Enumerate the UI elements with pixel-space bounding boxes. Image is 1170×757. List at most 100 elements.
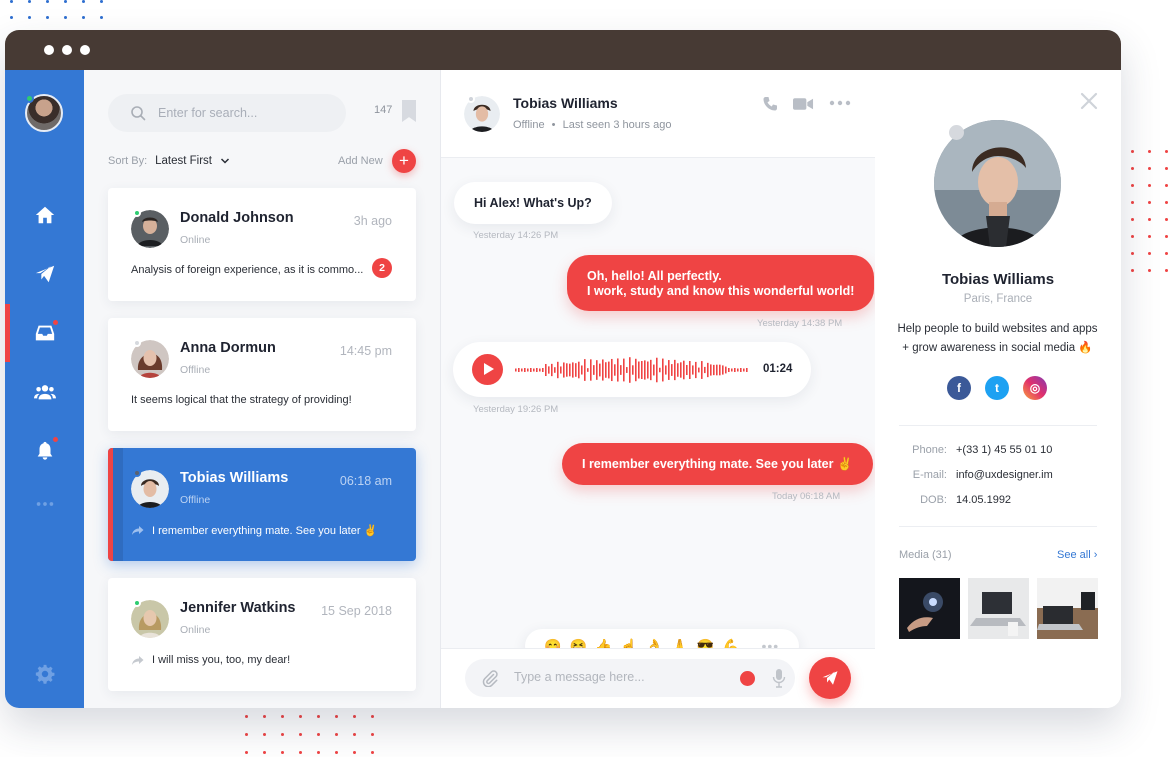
- message-composer: [441, 648, 875, 708]
- waveform-bar: [596, 360, 598, 380]
- decor-dot: [1148, 218, 1151, 221]
- media-thumbnail[interactable]: [1037, 578, 1098, 639]
- media-thumbnail[interactable]: [899, 578, 960, 639]
- decor-dot: [335, 715, 338, 718]
- media-thumbnail[interactable]: [968, 578, 1029, 639]
- facebook-icon[interactable]: f: [947, 376, 971, 400]
- email-value[interactable]: info@uxdesigner.im: [956, 469, 1053, 481]
- waveform-bar: [746, 368, 748, 372]
- instagram-icon[interactable]: ◎: [1023, 376, 1047, 400]
- phone-value[interactable]: +(33 1) 45 55 01 10: [956, 444, 1052, 456]
- play-button[interactable]: [472, 354, 503, 385]
- call-button[interactable]: [762, 96, 778, 112]
- chevron-down-icon[interactable]: [220, 156, 230, 166]
- decor-dot: [353, 751, 356, 754]
- paperclip-icon[interactable]: [481, 669, 499, 687]
- waveform-bar: [719, 364, 721, 376]
- close-icon[interactable]: [1080, 92, 1098, 110]
- decor-dot: [1148, 184, 1151, 187]
- record-button[interactable]: [740, 671, 755, 686]
- sort-control[interactable]: Sort By: Latest First: [108, 155, 230, 167]
- waveform-bar: [569, 363, 571, 377]
- add-new-label[interactable]: Add New: [338, 155, 383, 167]
- waveform-bar: [611, 358, 613, 382]
- status-text: Offline: [513, 119, 545, 131]
- message-input[interactable]: [514, 670, 734, 684]
- waveform-bar: [635, 358, 637, 382]
- twitter-icon[interactable]: t: [985, 376, 1009, 400]
- add-new-button[interactable]: +: [392, 149, 416, 173]
- decor-dot: [317, 715, 320, 718]
- search-input[interactable]: [158, 106, 328, 120]
- see-all-link[interactable]: See all ›: [1057, 549, 1097, 561]
- window-dot[interactable]: [62, 45, 72, 55]
- waveform-bar: [716, 364, 718, 376]
- nav-inbox[interactable]: [5, 313, 84, 353]
- decor-dots-right: [1131, 150, 1168, 272]
- microphone-icon[interactable]: [772, 668, 786, 688]
- contact-status: Offline: [180, 494, 211, 506]
- search-box[interactable]: [108, 94, 346, 132]
- sort-value[interactable]: Latest First: [155, 155, 212, 167]
- nav-home[interactable]: [5, 195, 84, 235]
- more-dots-icon: [36, 502, 53, 506]
- message-preview: I remember everything mate. See you late…: [131, 524, 377, 537]
- voice-message[interactable]: 01:24: [453, 342, 811, 397]
- decor-dot: [371, 733, 374, 736]
- message-text: Hi Alex! What's Up?: [474, 196, 592, 210]
- reply-icon: [132, 526, 144, 535]
- outgoing-message[interactable]: Oh, hello! All perfectly. I work, study …: [567, 255, 875, 311]
- preview-text: Analysis of foreign experience, as it is…: [131, 264, 364, 276]
- profile-location: Paris, France: [963, 293, 1033, 305]
- message-field[interactable]: [465, 659, 795, 697]
- window-dot[interactable]: [44, 45, 54, 55]
- waveform-bar: [695, 361, 697, 379]
- waveform-bar: [590, 359, 592, 381]
- conversation-item-active[interactable]: Tobias Williams 06:18 am Offline I remem…: [108, 448, 416, 561]
- decor-dot: [64, 0, 67, 3]
- bookmark-icon[interactable]: [402, 100, 416, 122]
- conversation-item[interactable]: Anna Dormun 14:45 pm Offline It seems lo…: [108, 318, 416, 431]
- offline-indicator: [133, 469, 141, 477]
- waveform-bar: [701, 361, 703, 379]
- incoming-message[interactable]: Hi Alex! What's Up?: [454, 182, 612, 224]
- video-call-button[interactable]: [793, 96, 814, 112]
- search-icon: [131, 106, 146, 121]
- decor-dot: [299, 733, 302, 736]
- contact-status: Online: [180, 624, 211, 636]
- message-time: 15 Sep 2018: [321, 604, 392, 618]
- send-button[interactable]: [809, 657, 851, 699]
- conversation-item[interactable]: Donald Johnson 3h ago Online Analysis of…: [108, 188, 416, 301]
- outgoing-message[interactable]: I remember everything mate. See you late…: [562, 443, 873, 485]
- waveform-bar: [521, 368, 523, 372]
- decor-dot: [1131, 184, 1134, 187]
- nav-more[interactable]: [5, 484, 84, 524]
- nav-settings[interactable]: [5, 654, 84, 694]
- window-dot[interactable]: [80, 45, 90, 55]
- offline-indicator: [949, 125, 964, 140]
- conversation-item[interactable]: Jennifer Watkins 15 Sep 2018 Online I wi…: [108, 578, 416, 691]
- waveform-bar: [686, 364, 688, 376]
- decor-dots-top-left: [10, 0, 103, 19]
- dob-value: 14.05.1992: [956, 494, 1012, 506]
- waveform-bar: [644, 360, 646, 380]
- chat-header: Tobias Williams Offline • Last seen 3 ho…: [441, 70, 875, 158]
- user-avatar[interactable]: [25, 94, 63, 132]
- waveform-bar: [692, 365, 694, 375]
- waveform-bar: [566, 363, 568, 377]
- waveform-bar: [602, 359, 604, 381]
- decor-dot: [335, 751, 338, 754]
- decor-dot: [1131, 269, 1134, 272]
- audio-waveform[interactable]: [515, 356, 751, 384]
- waveform-bar: [557, 361, 559, 379]
- nav-contacts[interactable]: [5, 372, 84, 412]
- decor-dot: [371, 751, 374, 754]
- chat-more-button[interactable]: [829, 95, 851, 111]
- online-indicator: [25, 94, 34, 103]
- waveform-bar: [548, 366, 550, 374]
- contact-name: Anna Dormun: [180, 340, 276, 356]
- nav-notifications[interactable]: [5, 431, 84, 471]
- nav-send[interactable]: [5, 254, 84, 294]
- waveform-bar: [545, 363, 547, 377]
- waveform-bar: [527, 368, 529, 372]
